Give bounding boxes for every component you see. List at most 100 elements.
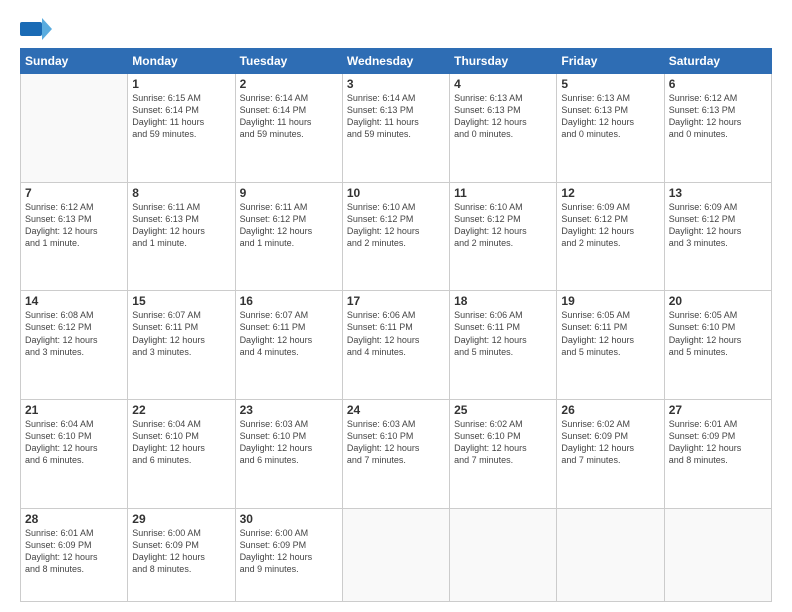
calendar-cell: 1Sunrise: 6:15 AM Sunset: 6:14 PM Daylig… [128,74,235,183]
cell-content: Sunrise: 6:09 AM Sunset: 6:12 PM Dayligh… [669,201,767,250]
cell-content: Sunrise: 6:10 AM Sunset: 6:12 PM Dayligh… [347,201,445,250]
cell-content: Sunrise: 6:14 AM Sunset: 6:13 PM Dayligh… [347,92,445,141]
calendar-header-row: SundayMondayTuesdayWednesdayThursdayFrid… [21,49,772,74]
day-number: 27 [669,403,767,417]
calendar-cell: 23Sunrise: 6:03 AM Sunset: 6:10 PM Dayli… [235,399,342,508]
day-number: 5 [561,77,659,91]
calendar-cell: 13Sunrise: 6:09 AM Sunset: 6:12 PM Dayli… [664,182,771,291]
calendar-cell: 30Sunrise: 6:00 AM Sunset: 6:09 PM Dayli… [235,508,342,602]
calendar-week-row: 21Sunrise: 6:04 AM Sunset: 6:10 PM Dayli… [21,399,772,508]
day-number: 19 [561,294,659,308]
day-number: 10 [347,186,445,200]
calendar-cell: 4Sunrise: 6:13 AM Sunset: 6:13 PM Daylig… [450,74,557,183]
day-number: 30 [240,512,338,526]
calendar-body: 1Sunrise: 6:15 AM Sunset: 6:14 PM Daylig… [21,74,772,602]
cell-content: Sunrise: 6:08 AM Sunset: 6:12 PM Dayligh… [25,309,123,358]
cell-content: Sunrise: 6:03 AM Sunset: 6:10 PM Dayligh… [347,418,445,467]
calendar-cell: 18Sunrise: 6:06 AM Sunset: 6:11 PM Dayli… [450,291,557,400]
cell-content: Sunrise: 6:00 AM Sunset: 6:09 PM Dayligh… [132,527,230,576]
calendar-cell: 29Sunrise: 6:00 AM Sunset: 6:09 PM Dayli… [128,508,235,602]
logo-icon [20,18,52,40]
calendar-cell: 24Sunrise: 6:03 AM Sunset: 6:10 PM Dayli… [342,399,449,508]
calendar-cell: 6Sunrise: 6:12 AM Sunset: 6:13 PM Daylig… [664,74,771,183]
day-number: 15 [132,294,230,308]
calendar-cell: 9Sunrise: 6:11 AM Sunset: 6:12 PM Daylig… [235,182,342,291]
day-number: 13 [669,186,767,200]
cell-content: Sunrise: 6:01 AM Sunset: 6:09 PM Dayligh… [25,527,123,576]
day-of-week-header: Saturday [664,49,771,74]
cell-content: Sunrise: 6:13 AM Sunset: 6:13 PM Dayligh… [454,92,552,141]
calendar-week-row: 14Sunrise: 6:08 AM Sunset: 6:12 PM Dayli… [21,291,772,400]
calendar-cell: 5Sunrise: 6:13 AM Sunset: 6:13 PM Daylig… [557,74,664,183]
calendar-cell: 3Sunrise: 6:14 AM Sunset: 6:13 PM Daylig… [342,74,449,183]
calendar-cell: 8Sunrise: 6:11 AM Sunset: 6:13 PM Daylig… [128,182,235,291]
header [20,18,772,40]
calendar-cell: 25Sunrise: 6:02 AM Sunset: 6:10 PM Dayli… [450,399,557,508]
day-number: 22 [132,403,230,417]
calendar-cell: 14Sunrise: 6:08 AM Sunset: 6:12 PM Dayli… [21,291,128,400]
cell-content: Sunrise: 6:07 AM Sunset: 6:11 PM Dayligh… [240,309,338,358]
calendar-cell: 2Sunrise: 6:14 AM Sunset: 6:14 PM Daylig… [235,74,342,183]
day-number: 14 [25,294,123,308]
day-number: 25 [454,403,552,417]
day-number: 18 [454,294,552,308]
day-of-week-header: Monday [128,49,235,74]
calendar-cell: 12Sunrise: 6:09 AM Sunset: 6:12 PM Dayli… [557,182,664,291]
cell-content: Sunrise: 6:10 AM Sunset: 6:12 PM Dayligh… [454,201,552,250]
day-number: 7 [25,186,123,200]
cell-content: Sunrise: 6:15 AM Sunset: 6:14 PM Dayligh… [132,92,230,141]
day-number: 12 [561,186,659,200]
calendar-cell: 26Sunrise: 6:02 AM Sunset: 6:09 PM Dayli… [557,399,664,508]
day-number: 2 [240,77,338,91]
cell-content: Sunrise: 6:13 AM Sunset: 6:13 PM Dayligh… [561,92,659,141]
calendar-cell: 7Sunrise: 6:12 AM Sunset: 6:13 PM Daylig… [21,182,128,291]
calendar-cell [664,508,771,602]
cell-content: Sunrise: 6:05 AM Sunset: 6:11 PM Dayligh… [561,309,659,358]
calendar-cell: 17Sunrise: 6:06 AM Sunset: 6:11 PM Dayli… [342,291,449,400]
calendar-cell [21,74,128,183]
day-of-week-header: Tuesday [235,49,342,74]
cell-content: Sunrise: 6:04 AM Sunset: 6:10 PM Dayligh… [25,418,123,467]
calendar-cell: 19Sunrise: 6:05 AM Sunset: 6:11 PM Dayli… [557,291,664,400]
cell-content: Sunrise: 6:04 AM Sunset: 6:10 PM Dayligh… [132,418,230,467]
day-number: 4 [454,77,552,91]
cell-content: Sunrise: 6:12 AM Sunset: 6:13 PM Dayligh… [669,92,767,141]
cell-content: Sunrise: 6:02 AM Sunset: 6:10 PM Dayligh… [454,418,552,467]
cell-content: Sunrise: 6:11 AM Sunset: 6:12 PM Dayligh… [240,201,338,250]
cell-content: Sunrise: 6:06 AM Sunset: 6:11 PM Dayligh… [347,309,445,358]
calendar-week-row: 28Sunrise: 6:01 AM Sunset: 6:09 PM Dayli… [21,508,772,602]
cell-content: Sunrise: 6:01 AM Sunset: 6:09 PM Dayligh… [669,418,767,467]
calendar-cell: 10Sunrise: 6:10 AM Sunset: 6:12 PM Dayli… [342,182,449,291]
cell-content: Sunrise: 6:03 AM Sunset: 6:10 PM Dayligh… [240,418,338,467]
day-number: 21 [25,403,123,417]
logo [20,18,54,40]
calendar-cell: 28Sunrise: 6:01 AM Sunset: 6:09 PM Dayli… [21,508,128,602]
cell-content: Sunrise: 6:02 AM Sunset: 6:09 PM Dayligh… [561,418,659,467]
calendar-table: SundayMondayTuesdayWednesdayThursdayFrid… [20,48,772,602]
day-number: 1 [132,77,230,91]
day-number: 3 [347,77,445,91]
calendar-week-row: 7Sunrise: 6:12 AM Sunset: 6:13 PM Daylig… [21,182,772,291]
calendar-cell [450,508,557,602]
day-number: 20 [669,294,767,308]
day-number: 11 [454,186,552,200]
calendar-cell: 21Sunrise: 6:04 AM Sunset: 6:10 PM Dayli… [21,399,128,508]
day-number: 28 [25,512,123,526]
calendar-cell: 11Sunrise: 6:10 AM Sunset: 6:12 PM Dayli… [450,182,557,291]
cell-content: Sunrise: 6:05 AM Sunset: 6:10 PM Dayligh… [669,309,767,358]
cell-content: Sunrise: 6:07 AM Sunset: 6:11 PM Dayligh… [132,309,230,358]
day-number: 6 [669,77,767,91]
day-number: 23 [240,403,338,417]
day-of-week-header: Wednesday [342,49,449,74]
day-of-week-header: Sunday [21,49,128,74]
page: SundayMondayTuesdayWednesdayThursdayFrid… [0,0,792,612]
cell-content: Sunrise: 6:12 AM Sunset: 6:13 PM Dayligh… [25,201,123,250]
cell-content: Sunrise: 6:11 AM Sunset: 6:13 PM Dayligh… [132,201,230,250]
day-number: 26 [561,403,659,417]
calendar-cell [342,508,449,602]
calendar-cell: 20Sunrise: 6:05 AM Sunset: 6:10 PM Dayli… [664,291,771,400]
cell-content: Sunrise: 6:00 AM Sunset: 6:09 PM Dayligh… [240,527,338,576]
day-of-week-header: Friday [557,49,664,74]
calendar-week-row: 1Sunrise: 6:15 AM Sunset: 6:14 PM Daylig… [21,74,772,183]
day-number: 9 [240,186,338,200]
